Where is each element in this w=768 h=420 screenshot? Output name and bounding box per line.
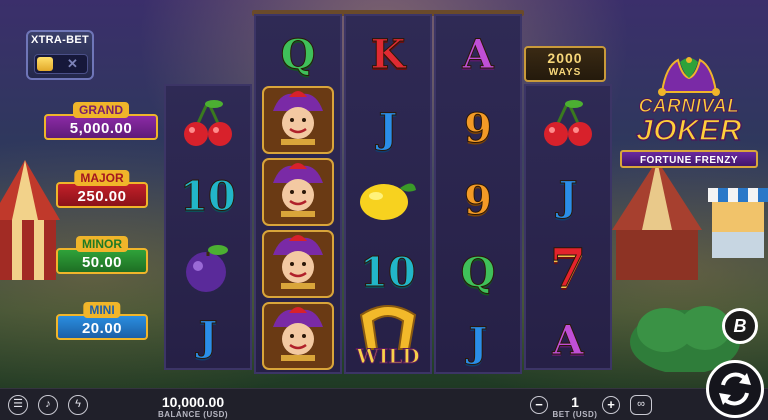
xtra-bet-title: XTRA-BET xyxy=(30,34,89,46)
lemon-symbol xyxy=(346,164,430,236)
reel-4: A 9 9 Q J xyxy=(434,14,522,374)
toggle-knob xyxy=(37,57,53,71)
symbol-10-text: 10 xyxy=(360,248,417,296)
lemon-icon xyxy=(360,183,416,220)
plum-symbol xyxy=(166,232,250,304)
symbol-10: 10 xyxy=(166,160,250,232)
symbol-k: K xyxy=(346,18,430,90)
turbo-icon[interactable]: ϟ xyxy=(68,395,88,415)
bet-label: BET (USD) xyxy=(552,410,598,419)
symbol-7-text: 7 xyxy=(549,237,587,299)
symbol-10-text: 10 xyxy=(180,172,237,220)
cherries-symbol xyxy=(166,88,250,160)
symbol-j-text: J xyxy=(198,312,218,360)
reel-1: 10 J xyxy=(164,84,252,370)
sound-icon[interactable]: ♪ xyxy=(38,395,58,415)
symbol-j-text: J xyxy=(468,318,488,366)
stall-decoration xyxy=(708,188,768,258)
autoplay-icon[interactable]: ∞ xyxy=(630,395,652,415)
wild-label: WILD xyxy=(356,344,420,369)
plum-icon xyxy=(186,245,228,292)
bottom-bar: ☰ ♪ ϟ 10,000.00 BALANCE (USD) − 1 BET (U… xyxy=(0,388,768,420)
symbol-9: 9 xyxy=(436,164,520,236)
ways-label: WAYS xyxy=(548,67,582,78)
symbol-q: Q xyxy=(436,236,520,308)
ways-count: 2000 xyxy=(547,50,583,66)
symbol-j-text: J xyxy=(378,104,398,152)
balance-value: 10,000.00 xyxy=(161,394,225,410)
game-logo: CARNIVAL JOKER FORTUNE FRENZY xyxy=(620,56,758,172)
joker-symbol xyxy=(256,228,340,300)
joker-symbol xyxy=(256,156,340,228)
jackpot-minor-label: MINOR xyxy=(76,236,128,252)
provider-badge[interactable]: B xyxy=(722,308,758,344)
spin-button[interactable] xyxy=(706,360,764,418)
spin-icon xyxy=(719,372,751,406)
symbol-10: 10 xyxy=(346,236,430,308)
symbol-j: J xyxy=(346,92,430,164)
symbol-k-text: K xyxy=(370,30,406,78)
jackpot-grand-label: GRAND xyxy=(73,102,129,118)
jackpot-mini-label: MINI xyxy=(83,302,121,318)
logo-line-2: JOKER xyxy=(635,113,742,148)
joker-icon xyxy=(262,230,334,298)
balance-label: BALANCE (USD) xyxy=(157,410,229,419)
tent-right-decoration xyxy=(612,160,702,280)
joker-symbol xyxy=(256,84,340,156)
reel-5: J 7 A xyxy=(524,84,612,370)
joker-symbol xyxy=(256,300,340,372)
xtra-bet-panel: XTRA-BET ✕ xyxy=(26,30,94,80)
tent-left-decoration xyxy=(0,160,60,280)
xtra-bet-toggle[interactable]: ✕ xyxy=(34,54,88,74)
jackpot-major-label: MAJOR xyxy=(74,170,130,186)
logo-subtitle: FORTUNE FRENZY xyxy=(620,150,758,168)
joker-icon xyxy=(262,86,334,154)
close-icon: ✕ xyxy=(67,56,78,71)
joker-icon xyxy=(262,158,334,226)
bet-increase-button[interactable]: + xyxy=(602,396,620,414)
symbol-j: J xyxy=(436,306,520,378)
symbol-9-text: 9 xyxy=(464,176,493,224)
symbol-9: 9 xyxy=(436,92,520,164)
jackpot-minor: 50.00 MINOR xyxy=(56,236,148,276)
cherries-icon xyxy=(184,100,232,146)
bet-value: 1 xyxy=(571,394,579,410)
bet-decrease-button[interactable]: − xyxy=(530,396,548,414)
symbol-q-text: Q xyxy=(460,248,496,296)
jackpot-mini: 20.00 MINI xyxy=(56,302,148,342)
ways-badge: 2000 WAYS xyxy=(524,46,606,82)
game-stage: XTRA-BET ✕ 5,000.00 GRAND 250.00 MAJOR 5… xyxy=(0,0,768,388)
symbol-a-text: A xyxy=(462,30,494,78)
symbol-q-text: Q xyxy=(280,30,316,78)
wild-symbol: WILD xyxy=(346,302,430,374)
reel-2: Q xyxy=(254,14,342,374)
symbol-a: A xyxy=(526,304,610,376)
symbol-a: A xyxy=(436,18,520,90)
symbol-j: J xyxy=(166,300,250,372)
jackpot-grand: 5,000.00 GRAND xyxy=(44,102,158,142)
jackpot-major: 250.00 MAJOR xyxy=(56,170,148,210)
jester-hat-icon xyxy=(658,57,720,96)
symbol-9-text: 9 xyxy=(464,104,493,152)
cherries-icon xyxy=(544,100,592,146)
symbol-q: Q xyxy=(256,18,340,90)
joker-icon xyxy=(262,302,334,370)
symbol-a-text: A xyxy=(552,316,584,364)
menu-icon[interactable]: ☰ xyxy=(8,395,28,415)
symbol-j: J xyxy=(526,160,610,232)
symbol-j-text: J xyxy=(558,172,578,220)
symbol-7: 7 xyxy=(526,232,610,304)
cherries-symbol xyxy=(526,88,610,160)
reel-3: K J 10 WILD xyxy=(344,14,432,374)
